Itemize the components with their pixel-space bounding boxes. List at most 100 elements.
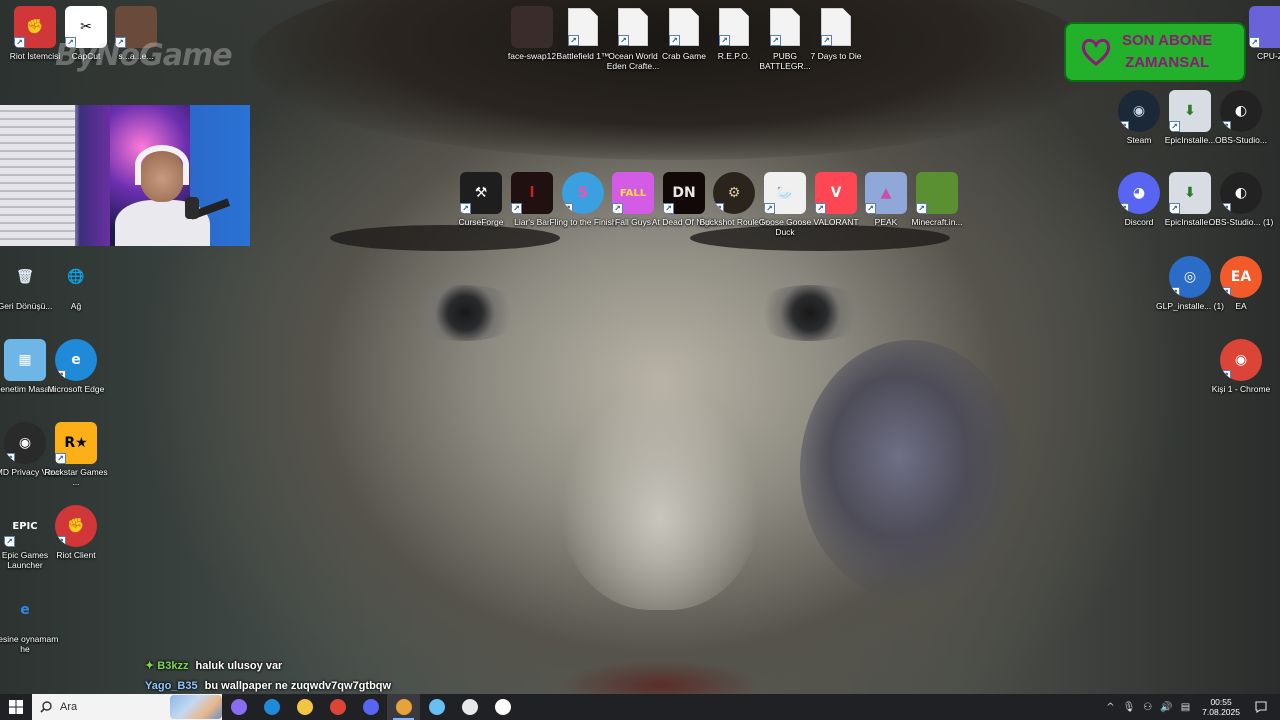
volume-icon[interactable]: 🔊	[1160, 702, 1172, 713]
taskbar-steam-app[interactable]	[420, 694, 453, 720]
taskbar-search[interactable]: Ara	[32, 694, 222, 720]
chrome-profile-icon	[395, 699, 412, 715]
alert-subscriber-name: ZAMANSAL	[1125, 54, 1210, 71]
desktop-icon-obs-1[interactable]: ◐ ↗ OBS-Studio...	[1209, 90, 1273, 145]
shortcut-arrow-icon: ↗	[568, 35, 579, 46]
shortcut-arrow-icon: ↗	[663, 203, 674, 214]
obs-1-icon: ◐ ↗	[1220, 90, 1262, 132]
desktop-icon-7-days[interactable]: ↗ 7 Days to Die	[804, 6, 868, 61]
desktop-icon-obs-2[interactable]: ◐ ↗ OBS-Studio... (1)	[1209, 172, 1273, 227]
ocean-world-icon: ↗	[618, 8, 648, 46]
shortcut-arrow-icon: ↗	[55, 370, 66, 381]
desktop-icon-label: Microsoft Edge	[47, 384, 105, 394]
copilot-icon	[230, 699, 247, 715]
minecraft-icon: ↗	[916, 172, 958, 214]
microphone-icon	[185, 197, 199, 219]
shortcut-arrow-icon: ↗	[1220, 121, 1231, 132]
wallpaper-nose	[560, 380, 760, 610]
pubg-icon: ↗	[770, 8, 800, 46]
fling-icon: S ↗	[562, 172, 604, 214]
keyboard-icon[interactable]: ▤	[1181, 702, 1190, 713]
amd-privacy-icon: ◉ ↗	[4, 422, 46, 464]
chat-username: Yago_B35	[145, 680, 198, 692]
heart-icon	[1081, 38, 1111, 66]
webcam-overlay	[0, 105, 250, 246]
desktop-icon-label: OBS-Studio... (1)	[1208, 217, 1274, 227]
chevron-up-icon[interactable]: ^	[1106, 702, 1114, 713]
taskbar: Ara ^ 🎙 ⚇ 🔊 ▤ 00:55 7.08.2025	[0, 694, 1280, 720]
notification-button[interactable]	[1248, 694, 1274, 720]
shortcut-arrow-icon: ↗	[511, 203, 522, 214]
kisi-1-chrome-icon: ◉ ↗	[1220, 339, 1262, 381]
desktop-icon-ag[interactable]: 🌐 Ağ	[44, 256, 108, 311]
search-icon	[40, 701, 52, 713]
taskbar-discord-app[interactable]	[354, 694, 387, 720]
repo-icon: ↗	[719, 8, 749, 46]
network-icon[interactable]: ⚇	[1143, 702, 1152, 713]
desktop-icon-riot-client[interactable]: ✊ ↗ Riot Client	[44, 505, 108, 560]
epic-launcher-icon: EPIC ↗	[4, 505, 46, 547]
desktop-icon-minecraft[interactable]: ↗ Minecraft.in...	[905, 172, 969, 227]
desktop-icon-label: Kişi 1 - Chrome	[1211, 384, 1271, 394]
alert-text: SON ABONE ZAMANSAL	[1122, 30, 1212, 74]
shortcut-arrow-icon: ↗	[460, 203, 471, 214]
taskbar-curseforge-app[interactable]	[486, 694, 519, 720]
shortcut-arrow-icon: ↗	[55, 536, 66, 547]
shortcut-arrow-icon: ↗	[612, 203, 623, 214]
taskbar-copilot[interactable]	[222, 694, 255, 720]
discord-app-icon	[362, 699, 379, 715]
last-subscriber-alert: SON ABONE ZAMANSAL	[1064, 22, 1246, 82]
file-explorer-icon	[296, 699, 313, 715]
taskbar-file-explorer[interactable]	[288, 694, 321, 720]
edge-icon	[263, 699, 280, 715]
taskbar-obs-app[interactable]	[453, 694, 486, 720]
shortcut-arrow-icon: ↗	[618, 35, 629, 46]
shortcut-arrow-icon: ↗	[55, 453, 66, 464]
cpu-z-icon: ↗	[1249, 6, 1280, 48]
wallpaper-left-eye	[405, 285, 525, 341]
headset-icon	[135, 145, 189, 185]
clock-date: 7.08.2025	[1202, 707, 1240, 717]
chat-badge-icon: ✦	[145, 660, 155, 672]
desktop-icon-kisi-1-chrome[interactable]: ◉ ↗ Kişi 1 - Chrome	[1209, 339, 1273, 394]
steam-app-icon	[428, 699, 445, 715]
start-button[interactable]	[0, 694, 32, 720]
taskbar-apps	[222, 694, 519, 720]
riot-istemcisi-icon: ✊ ↗	[14, 6, 56, 48]
obs-2-icon: ◐ ↗	[1220, 172, 1262, 214]
iyesine-icon: e	[20, 602, 30, 618]
crab-game-icon: ↗	[669, 8, 699, 46]
epic-inst-1-icon: ⬇ ↗	[1169, 90, 1211, 132]
desktop-icon-ea[interactable]: EA ↗ EA	[1209, 256, 1273, 311]
fall-guys-icon: FALL ↗	[612, 172, 654, 214]
face-swap12-icon	[511, 6, 553, 48]
notification-icon	[1255, 701, 1267, 713]
7-days-icon: ↗	[821, 8, 851, 46]
microphone-icon[interactable]: 🎙	[1123, 702, 1136, 713]
windows-logo-icon	[9, 700, 23, 714]
taskbar-edge[interactable]	[255, 694, 288, 720]
goose-icon: 🦢 ↗	[764, 172, 806, 214]
desktop-icon-microsoft-edge[interactable]: e ↗ Microsoft Edge	[44, 339, 108, 394]
desktop-icon-label: Ağ	[70, 301, 82, 311]
taskbar-chrome-profile[interactable]	[387, 694, 420, 720]
shortcut-arrow-icon: ↗	[865, 203, 876, 214]
shortcut-arrow-icon: ↗	[1220, 287, 1231, 298]
shortcut-arrow-icon: ↗	[1220, 370, 1231, 381]
obs-app-icon	[461, 699, 478, 715]
desktop-icon-rockstar[interactable]: R★ ↗ Rockstar Games ...	[44, 422, 108, 487]
desktop-icon-iyesine[interactable]: e İyesine oynamam he	[0, 589, 58, 654]
dead-of-night-icon: DN ↗	[663, 172, 705, 214]
riot-client-icon: ✊ ↗	[55, 505, 97, 547]
desktop-icon-label: OBS-Studio...	[1215, 135, 1267, 145]
search-label: Ara	[60, 701, 78, 713]
desktop-icon-label: 7 Days to Die	[810, 51, 862, 61]
chrome-icon	[329, 699, 346, 715]
wallpaper-cheek	[800, 340, 1020, 600]
shortcut-arrow-icon: ↗	[1249, 37, 1260, 48]
wallpaper-right-brow	[690, 225, 950, 251]
taskbar-chrome[interactable]	[321, 694, 354, 720]
glp-installer-icon: ◎ ↗	[1169, 256, 1211, 298]
shortcut-arrow-icon: ↗	[1169, 287, 1180, 298]
clock[interactable]: 00:55 7.08.2025	[1202, 697, 1240, 717]
